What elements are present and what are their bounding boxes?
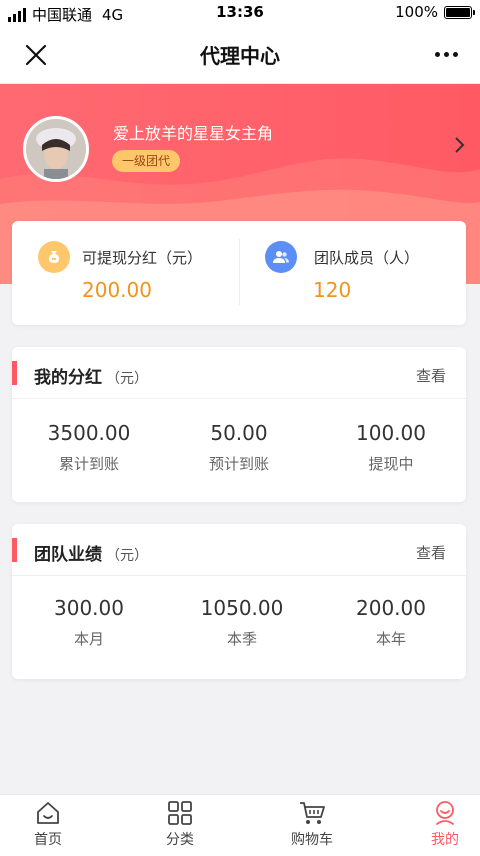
team-performance-view-link[interactable]: 查看 bbox=[416, 542, 446, 563]
tab-bar: 首页 分类 购物车 我的 bbox=[0, 794, 480, 856]
cart-icon bbox=[300, 802, 325, 824]
team-icon bbox=[265, 241, 297, 273]
section-title-text: 团队业绩 bbox=[34, 545, 102, 565]
stat-value: 100.00 bbox=[356, 421, 426, 445]
tab-cart[interactable]: 购物车 bbox=[252, 799, 372, 849]
tab-label: 首页 bbox=[34, 832, 62, 848]
tab-label: 我的 bbox=[431, 832, 459, 848]
status-bar: 中国联通 4G 13:36 100% bbox=[0, 0, 480, 26]
section-accent bbox=[12, 361, 17, 385]
section-accent bbox=[12, 538, 17, 562]
avatar[interactable] bbox=[23, 116, 89, 182]
more-icon[interactable] bbox=[435, 52, 458, 57]
battery-percent: 100% bbox=[395, 3, 438, 21]
section-title-text: 我的分红 bbox=[34, 368, 102, 388]
dividend-value[interactable]: 200.00 bbox=[82, 278, 152, 302]
team-label: 团队成员（人） bbox=[314, 249, 420, 267]
team-performance-card: 团队业绩 （元） 查看 300.00 本月 1050.00 本季 200.00 本… bbox=[12, 524, 466, 679]
my-dividend-title: 我的分红 （元） bbox=[34, 363, 148, 388]
stat-value: 1050.00 bbox=[200, 596, 284, 620]
team-value[interactable]: 120 bbox=[313, 278, 351, 302]
chevron-right-icon[interactable] bbox=[454, 136, 466, 154]
stat-item[interactable]: 1050.00 本季 bbox=[166, 596, 318, 649]
tab-profile[interactable]: 我的 bbox=[385, 799, 480, 849]
stat-label: 预计到账 bbox=[208, 455, 269, 473]
status-bar-right: 100% bbox=[395, 3, 475, 21]
stat-label: 累计到账 bbox=[58, 455, 119, 473]
section-unit: （元） bbox=[106, 548, 148, 564]
stat-value: 3500.00 bbox=[47, 421, 131, 445]
category-icon bbox=[168, 801, 192, 825]
page-title: 代理中心 bbox=[200, 44, 280, 68]
section-unit: （元） bbox=[106, 371, 148, 387]
money-bag-icon bbox=[38, 241, 70, 273]
stat-item[interactable]: 100.00 提现中 bbox=[315, 421, 467, 474]
stat-label: 本季 bbox=[226, 630, 257, 648]
my-dividend-header: 我的分红 （元） 查看 bbox=[12, 347, 466, 399]
stat-item[interactable]: 300.00 本月 bbox=[13, 596, 165, 649]
my-dividend-view-link[interactable]: 查看 bbox=[416, 365, 446, 386]
home-icon bbox=[37, 802, 59, 824]
tab-label: 分类 bbox=[166, 832, 194, 848]
username: 爱上放羊的星星女主角 bbox=[113, 124, 274, 143]
battery-icon bbox=[444, 5, 475, 19]
stat-label: 本年 bbox=[375, 630, 406, 648]
summary-card: 可提现分红（元） 200.00 团队成员（人） 120 bbox=[12, 221, 466, 325]
dividend-label: 可提现分红（元） bbox=[82, 249, 203, 267]
level-badge: 一级团代 bbox=[112, 150, 181, 172]
my-dividend-card: 我的分红 （元） 查看 3500.00 累计到账 50.00 预计到账 100.0… bbox=[12, 347, 466, 502]
team-performance-header: 团队业绩 （元） 查看 bbox=[12, 524, 466, 576]
profile-icon bbox=[436, 801, 454, 825]
stat-item[interactable]: 200.00 本年 bbox=[315, 596, 467, 649]
stat-label: 提现中 bbox=[368, 455, 414, 473]
tab-label: 购物车 bbox=[291, 832, 333, 848]
summary-divider bbox=[239, 239, 240, 305]
stat-item[interactable]: 50.00 预计到账 bbox=[163, 421, 315, 474]
stat-label: 本月 bbox=[73, 630, 104, 648]
stat-item[interactable]: 3500.00 累计到账 bbox=[13, 421, 165, 474]
tab-category[interactable]: 分类 bbox=[120, 799, 240, 849]
stat-value: 50.00 bbox=[210, 421, 268, 445]
tab-home[interactable]: 首页 bbox=[0, 799, 108, 849]
team-performance-title: 团队业绩 （元） bbox=[34, 540, 148, 565]
avatar-image bbox=[26, 119, 86, 179]
stat-value: 200.00 bbox=[356, 596, 426, 620]
stat-value: 300.00 bbox=[54, 596, 124, 620]
nav-bar: 代理中心 bbox=[0, 26, 480, 84]
